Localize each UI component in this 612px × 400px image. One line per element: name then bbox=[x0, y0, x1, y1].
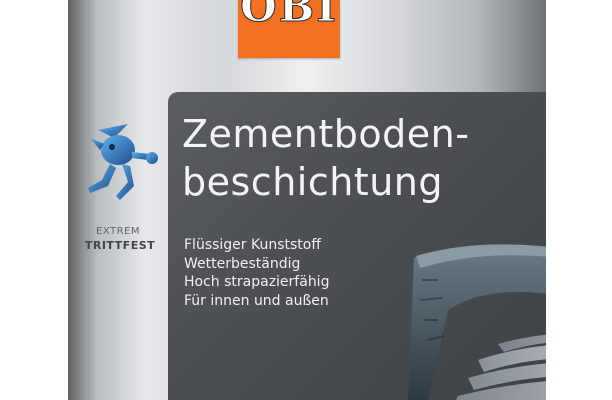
logo-text: OBI bbox=[240, 0, 338, 32]
obi-logo: OBI bbox=[238, 0, 340, 58]
product-title: Zementboden- beschichtung bbox=[182, 110, 469, 206]
badge-line1: EXTREM bbox=[96, 226, 140, 237]
paint-can: OBI EXTREM TRITTFEST Zementboden- beschi… bbox=[68, 0, 546, 400]
feature-item: Wetterbeständig bbox=[184, 255, 301, 272]
trittfest-badge: EXTREM TRITTFEST bbox=[68, 98, 168, 288]
badge-line2: TRITTFEST bbox=[84, 239, 156, 252]
feature-list: Flüssiger Kunststoff Wetterbeständig Hoc… bbox=[184, 236, 329, 310]
title-line1: Zementboden- bbox=[182, 112, 470, 156]
feature-item: Hoch strapazierfähig bbox=[184, 274, 330, 290]
title-line2: beschichtung bbox=[182, 160, 443, 204]
feature-item: Flüssiger Kunststoff bbox=[184, 237, 322, 253]
stairs-illustration bbox=[408, 244, 546, 400]
feature-item: Für innen und außen bbox=[184, 292, 329, 309]
running-figure-icon bbox=[88, 124, 158, 200]
